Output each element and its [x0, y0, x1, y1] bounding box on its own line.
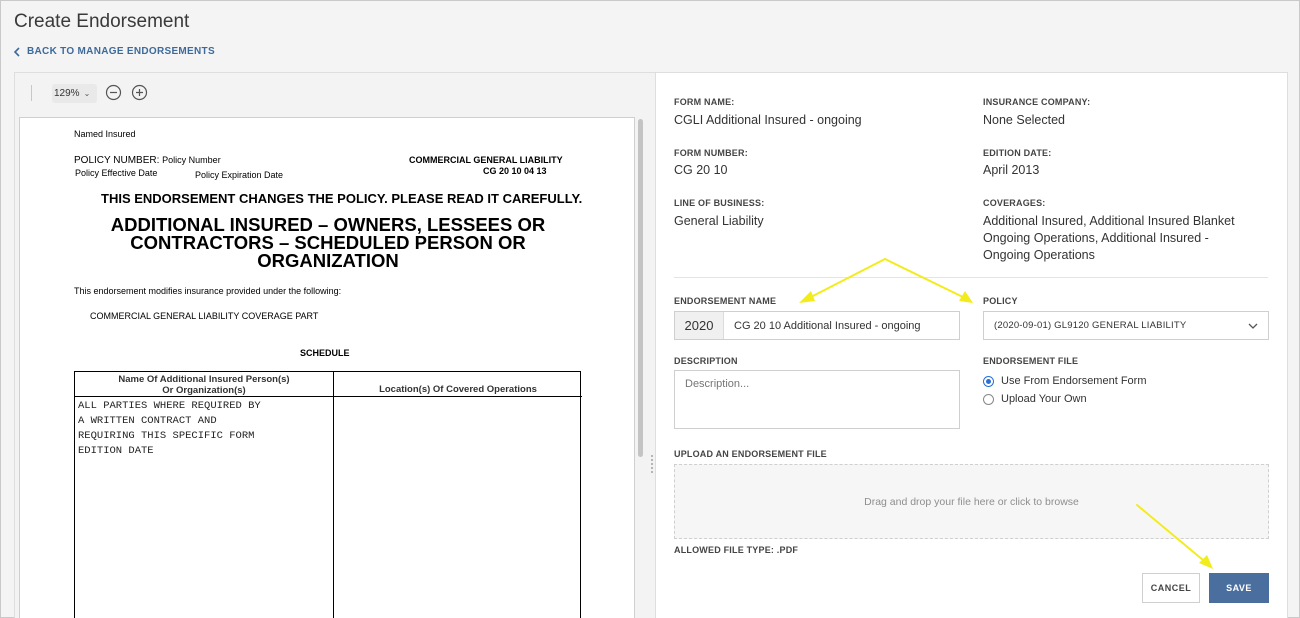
file-dropzone[interactable]: Drag and drop your file here or click to… — [674, 464, 1269, 539]
schedule-entry-line: EDITION DATE — [78, 445, 154, 457]
form-number-label: FORM NUMBER: — [674, 148, 748, 158]
named-insured: Named Insured — [74, 129, 136, 139]
schedule-column-name: Name Of Additional Insured Person(s) Or … — [75, 374, 333, 396]
document-page: Named Insured POLICY NUMBER: Policy Numb… — [19, 117, 635, 618]
policy-number-value: Policy Number — [162, 155, 221, 165]
radio-unselected-icon[interactable] — [983, 393, 994, 405]
table-header-divider — [75, 396, 582, 397]
form-code: CG 20 10 04 13 — [483, 166, 547, 176]
schedule-entry-line: A WRITTEN CONTRACT AND — [78, 415, 217, 427]
viewer-toolbar: 129% ⌄ — [15, 73, 655, 113]
save-button[interactable]: SAVE — [1209, 573, 1269, 603]
coverages-line: Ongoing Operations — [983, 248, 1095, 262]
radio-use-endorsement-form-label: Use From Endorsement Form — [1001, 375, 1147, 387]
description-input[interactable] — [674, 370, 960, 429]
allowed-file-type: ALLOWED FILE TYPE: .PDF — [674, 545, 799, 555]
endorsement-form: FORM NAME: CGLI Additional Insured - ong… — [656, 72, 1288, 618]
policy-select[interactable]: (2020-09-01) GL9120 GENERAL LIABILITY — [983, 311, 1269, 340]
schedule-column-location: Location(s) Of Covered Operations — [379, 384, 537, 395]
schedule-column-name-line-1: Name Of Additional Insured Person(s) — [118, 374, 290, 385]
coverages-line: Additional Insured, Additional Insured B… — [983, 214, 1235, 228]
endorsement-notice: THIS ENDORSEMENT CHANGES THE POLICY. PLE… — [101, 191, 583, 206]
plus-circle-icon — [131, 84, 148, 101]
zoom-in-button[interactable] — [131, 84, 148, 101]
modifies-text: This endorsement modifies insurance prov… — [74, 286, 342, 296]
policy-select-value: (2020-09-01) GL9120 GENERAL LIABILITY — [994, 320, 1187, 331]
schedule-entry: ALL PARTIES WHERE REQUIRED BY A WRITTEN … — [78, 399, 261, 459]
schedule-entry-line: ALL PARTIES WHERE REQUIRED BY — [78, 400, 261, 412]
panel-resize-handle[interactable] — [650, 453, 654, 477]
zoom-level-value: 129% — [54, 88, 80, 99]
minus-circle-icon — [105, 84, 122, 101]
edition-date-label: EDITION DATE: — [983, 148, 1052, 158]
coverages-label: COVERAGES: — [983, 198, 1046, 208]
page-title: Create Endorsement — [14, 11, 190, 32]
table-column-divider — [333, 372, 334, 618]
coverage-part: COMMERCIAL GENERAL LIABILITY COVERAGE PA… — [90, 311, 319, 321]
form-name-label: FORM NAME: — [674, 97, 735, 107]
policy-expiration-date: Policy Expiration Date — [195, 170, 284, 180]
radio-upload-your-own[interactable]: Upload Your Own — [983, 393, 1087, 405]
chevron-down-icon: ⌄ — [83, 89, 91, 98]
back-link-label: BACK TO MANAGE ENDORSEMENTS — [27, 46, 215, 57]
insurance-company-label: INSURANCE COMPANY: — [983, 97, 1091, 107]
edition-date-value: April 2013 — [983, 163, 1040, 177]
dropzone-text: Drag and drop your file here or click to… — [864, 495, 1079, 508]
policy-effective-date: Policy Effective Date — [75, 168, 158, 178]
policy-number-caption: POLICY NUMBER: — [74, 155, 160, 166]
endorsement-name-field[interactable]: 2020 CG 20 10 Additional Insured - ongoi… — [674, 311, 960, 340]
zoom-level-select[interactable]: 129% ⌄ — [52, 84, 97, 103]
endorsement-name-input[interactable]: CG 20 10 Additional Insured - ongoing — [724, 312, 959, 339]
endorsement-name-label: ENDORSEMENT NAME — [674, 296, 777, 306]
radio-use-endorsement-form[interactable]: Use From Endorsement Form — [983, 375, 1146, 387]
endorsement-name-prefix: 2020 — [675, 312, 724, 339]
document-viewer: 129% ⌄ Named Insured POLICY NUMBER: Poli… — [14, 72, 656, 618]
toolbar-divider — [31, 85, 32, 101]
schedule-heading: SCHEDULE — [300, 348, 350, 358]
radio-upload-your-own-label: Upload Your Own — [1001, 393, 1087, 405]
schedule-column-name-line-2: Or Organization(s) — [162, 385, 246, 396]
description-label: DESCRIPTION — [674, 356, 738, 366]
section-divider — [674, 277, 1268, 278]
form-name-value: CGLI Additional Insured - ongoing — [674, 113, 862, 127]
app-frame: Create Endorsement BACK TO MANAGE ENDORS… — [0, 0, 1300, 618]
upload-file-label: UPLOAD AN ENDORSEMENT FILE — [674, 449, 827, 459]
endorsement-file-label: ENDORSEMENT FILE — [983, 356, 1079, 366]
cancel-button[interactable]: CANCEL — [1142, 573, 1200, 603]
endorsement-title-line-3: ORGANIZATION — [257, 250, 399, 271]
policy-label: POLICY — [983, 296, 1018, 306]
zoom-out-button[interactable] — [105, 84, 122, 101]
document-scrollbar[interactable] — [638, 119, 643, 457]
coverages-line: Ongoing Operations, Additional Insured - — [983, 231, 1209, 245]
form-number-value: CG 20 10 — [674, 163, 728, 177]
schedule-entry-line: REQUIRING THIS SPECIFIC FORM — [78, 430, 255, 442]
insurance-company-value: None Selected — [983, 113, 1066, 127]
schedule-table: Name Of Additional Insured Person(s) Or … — [74, 371, 582, 618]
policy-number-label: POLICY NUMBER: Policy Number — [74, 155, 221, 166]
back-to-manage-endorsements-link[interactable]: BACK TO MANAGE ENDORSEMENTS — [13, 46, 215, 57]
line-of-business-label: LINE OF BUSINESS: — [674, 198, 765, 208]
line-of-business-value: General Liability — [674, 214, 764, 228]
radio-selected-icon[interactable] — [983, 375, 994, 387]
chevron-down-icon — [1248, 323, 1258, 329]
coverage-type: COMMERCIAL GENERAL LIABILITY — [409, 155, 563, 165]
chevron-left-icon — [13, 46, 20, 57]
coverages-value: Additional Insured, Additional Insured B… — [983, 213, 1235, 264]
